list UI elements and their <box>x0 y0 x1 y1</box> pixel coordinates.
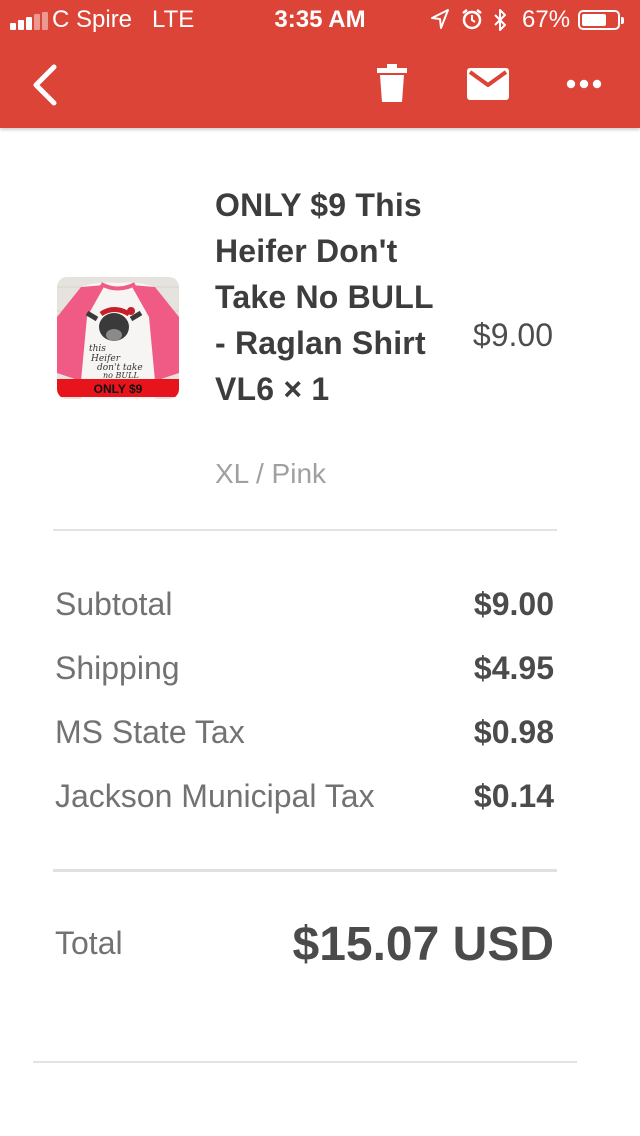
alarm-icon <box>462 9 482 30</box>
municipal-tax-label: Jackson Municipal Tax <box>55 778 375 814</box>
bluetooth-icon <box>494 9 506 31</box>
footer-divider <box>33 1061 577 1063</box>
subtotal-value: $9.00 <box>473 586 554 622</box>
shipping-label: Shipping <box>55 650 180 686</box>
battery-icon <box>578 10 624 30</box>
battery-percentage: 67% <box>522 6 571 33</box>
item-divider <box>53 529 557 531</box>
status-bar: C Spire LTE 3:35 AM 67% <box>0 0 640 40</box>
product-title: ONLY $9 This Heifer Don't Take No BULL -… <box>215 187 434 407</box>
svg-text:this: this <box>89 344 106 354</box>
shipping-value: $4.95 <box>473 650 554 686</box>
subtotal-label: Subtotal <box>55 586 173 622</box>
thumbnail-caption: ONLY $9 <box>94 382 143 396</box>
trash-icon[interactable] <box>377 64 407 102</box>
total-label: Total <box>55 925 123 961</box>
svg-text:no BULL: no BULL <box>103 371 139 380</box>
location-arrow-icon <box>431 9 449 29</box>
summary-divider <box>53 869 557 872</box>
municipal-tax-value: $0.14 <box>473 778 554 814</box>
app-header: C Spire LTE 3:35 AM 67% <box>0 0 640 128</box>
product-price: $9.00 <box>472 317 553 353</box>
product-thumbnail[interactable]: this Heifer don't take no BULL ONLY $9 <box>57 277 179 399</box>
back-arrow-icon[interactable] <box>30 64 60 106</box>
mail-icon[interactable] <box>467 68 509 100</box>
product-variant: XL / Pink <box>215 458 327 489</box>
more-icon[interactable] <box>566 79 602 89</box>
state-tax-value: $0.98 <box>473 714 554 750</box>
state-tax-label: MS State Tax <box>55 714 245 750</box>
total-value: $15.07 USD <box>292 918 555 971</box>
